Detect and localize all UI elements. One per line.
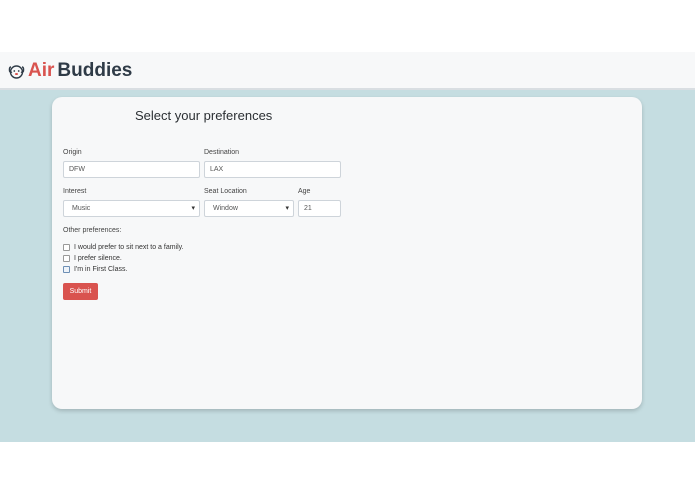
- family-option-label: I would prefer to sit next to a family.: [74, 244, 184, 251]
- seat-location-label: Seat Location: [204, 188, 247, 195]
- first-class-option-label: I'm in First Class.: [74, 266, 128, 273]
- option-first-class[interactable]: I'm in First Class.: [63, 265, 127, 274]
- destination-label: Destination: [204, 149, 240, 156]
- destination-input[interactable]: LAX: [204, 161, 341, 178]
- preferences-card: Select your preferences Origin DFW Desti…: [52, 97, 642, 409]
- submit-button[interactable]: Submit: [63, 283, 98, 300]
- interest-select[interactable]: Music: [63, 200, 200, 217]
- silence-option-label: I prefer silence.: [74, 255, 122, 262]
- option-silence[interactable]: I prefer silence.: [63, 254, 122, 263]
- brand-name-air: Air: [28, 60, 55, 81]
- brand-logo[interactable]: Air Buddies: [8, 60, 132, 82]
- option-family[interactable]: I would prefer to sit next to a family.: [63, 243, 184, 252]
- brand-name-buddies: Buddies: [57, 60, 133, 81]
- dog-face-icon: [8, 63, 25, 80]
- page-title: Select your preferences: [135, 108, 273, 123]
- seat-location-select-value: Window: [213, 205, 238, 212]
- other-preferences-label: Other preferences:: [63, 227, 122, 234]
- silence-checkbox[interactable]: [63, 255, 70, 262]
- interest-label: Interest: [63, 188, 87, 195]
- navbar: Air Buddies: [0, 52, 695, 90]
- first-class-checkbox[interactable]: [63, 266, 70, 273]
- family-checkbox[interactable]: [63, 244, 70, 251]
- age-label: Age: [298, 188, 311, 195]
- age-input[interactable]: 21: [298, 200, 341, 217]
- seat-location-select[interactable]: Window: [204, 200, 294, 217]
- interest-select-value: Music: [72, 205, 91, 212]
- origin-label: Origin: [63, 149, 82, 156]
- origin-input[interactable]: DFW: [63, 161, 200, 178]
